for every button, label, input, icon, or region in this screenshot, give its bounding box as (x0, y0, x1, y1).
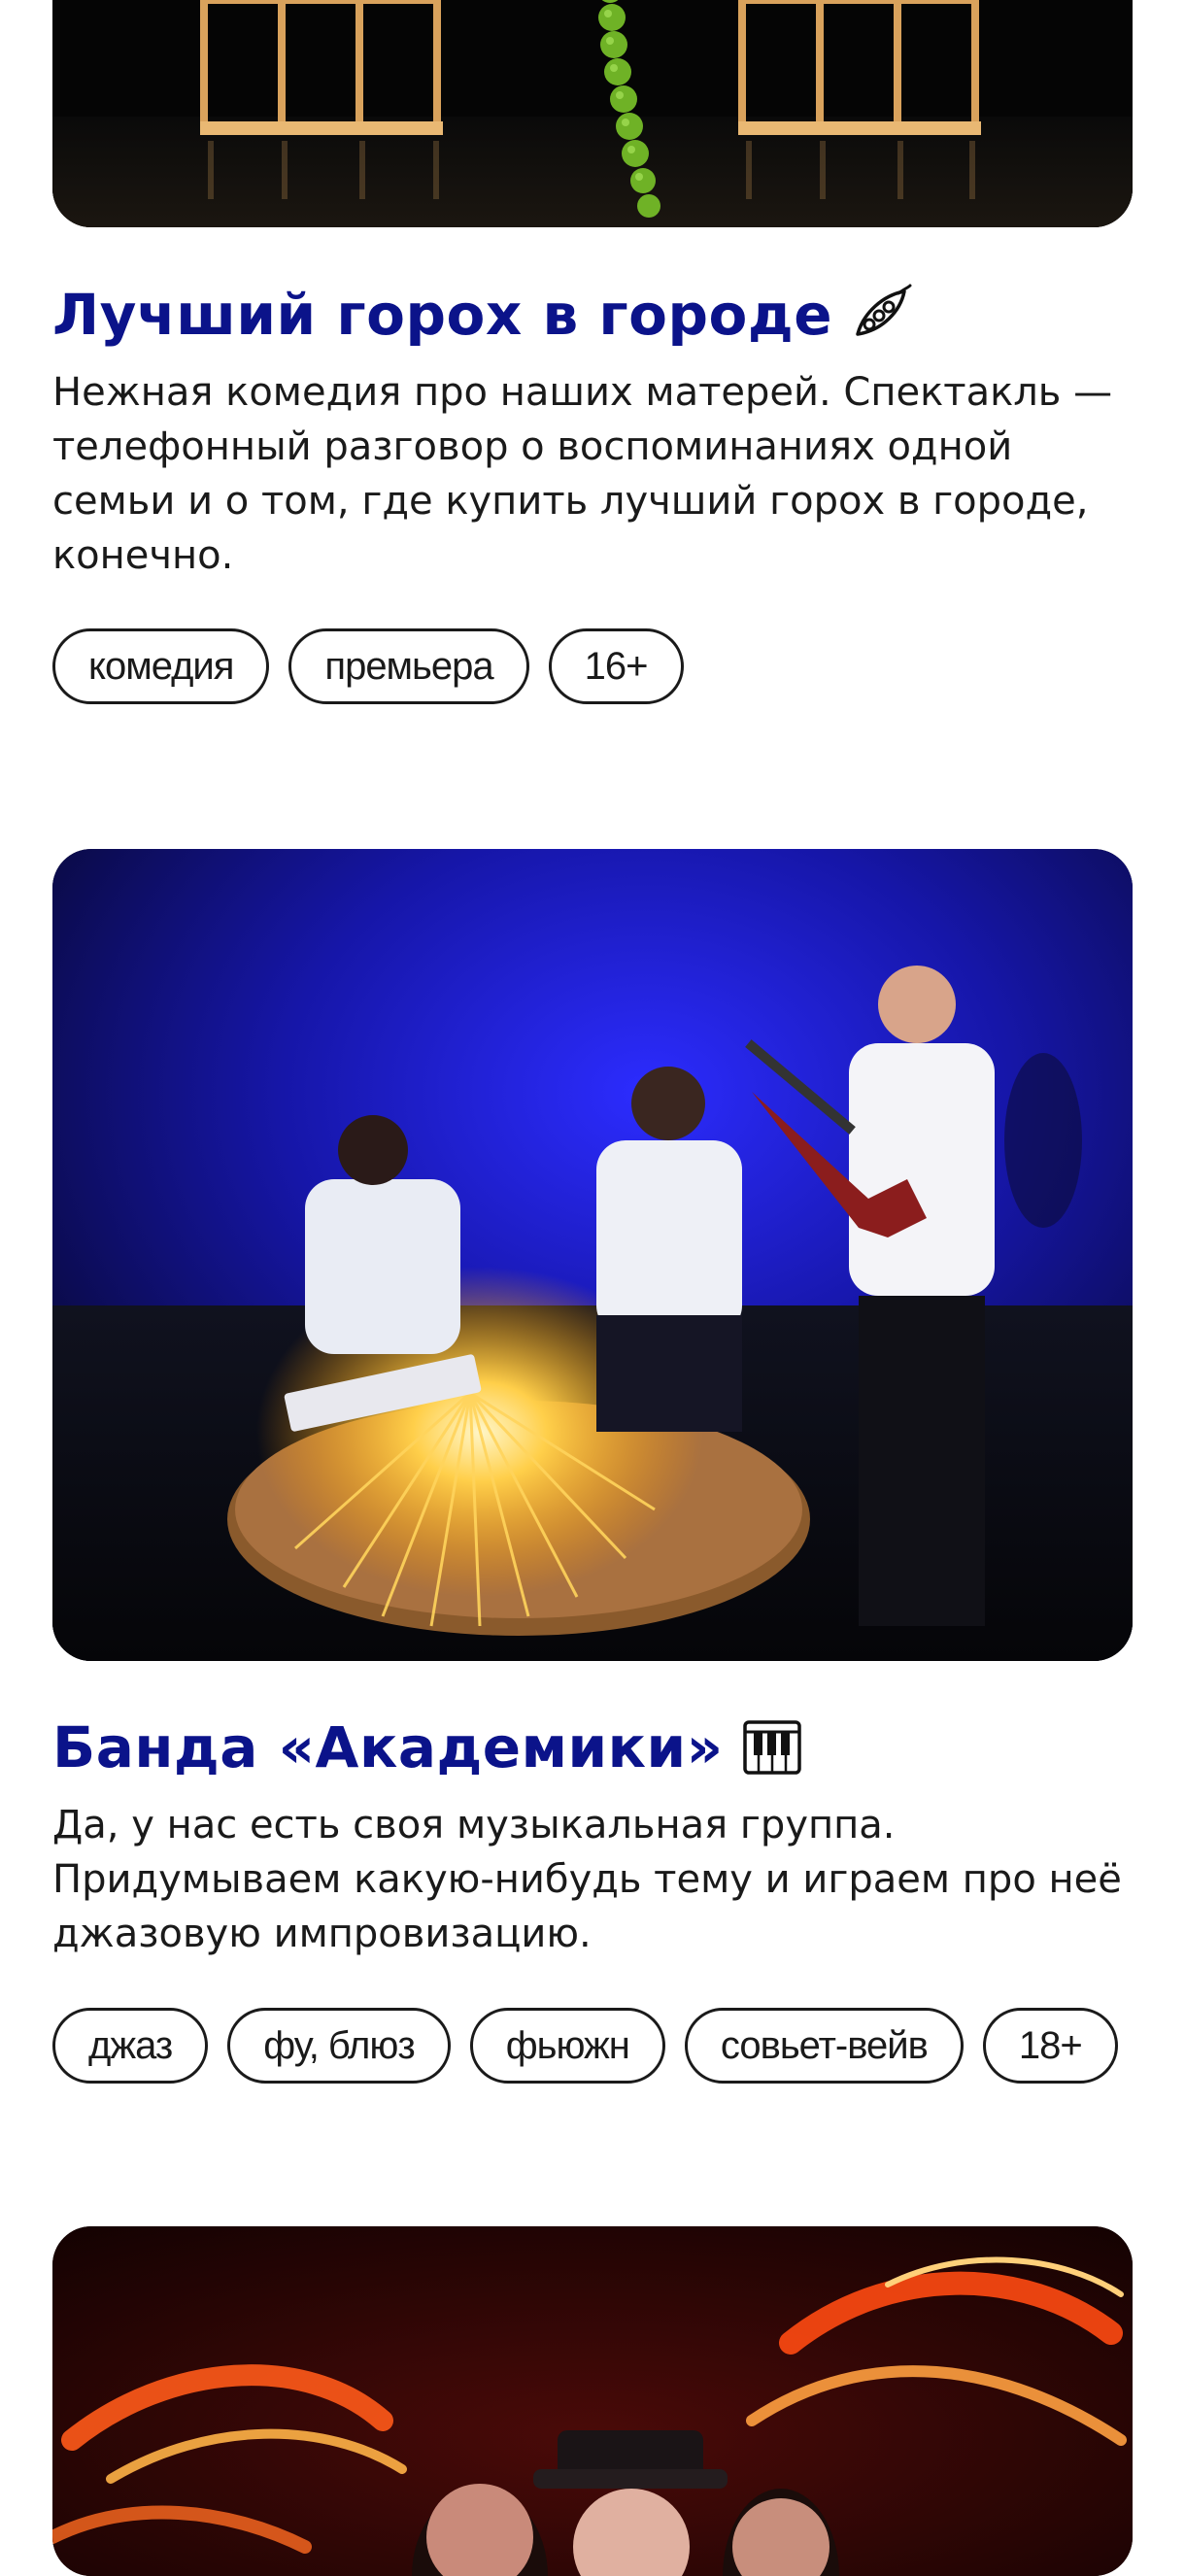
event-image-fire-show[interactable] (52, 2226, 1133, 2576)
tag-age-rating[interactable]: 16+ (548, 628, 684, 704)
tag-blues[interactable]: фу, блюз (227, 2008, 451, 2084)
piano-keys-icon (741, 1716, 803, 1779)
tag-jazz[interactable]: джаз (52, 2008, 209, 2084)
event-image-band[interactable] (52, 849, 1133, 1661)
event-image-theatre-shelves[interactable] (52, 0, 1133, 227)
band-photo (52, 849, 1133, 1661)
event-tags: комедия премьера 16+ (52, 628, 684, 704)
event-description: Нежная комедия про наших матерей. Спекта… (52, 370, 1113, 578)
event-title-text[interactable]: Лучший горох в городе (52, 287, 832, 343)
pea-pod-icon (850, 284, 912, 346)
tag-fusion[interactable]: фьюжн (469, 2008, 665, 2084)
event-title[interactable]: Лучший горох в городе (52, 284, 912, 346)
event-title-text[interactable]: Банда «Академики» (52, 1719, 724, 1776)
event-title[interactable]: Банда «Академики» (52, 1716, 803, 1779)
event-tags: джаз фу, блюз фьюжн совьет-вейв 18+ (52, 2008, 1118, 2084)
tag-comedy[interactable]: комедия (52, 628, 270, 704)
tag-premiere[interactable]: премьера (288, 628, 529, 704)
fire-show-photo (52, 2226, 1133, 2576)
event-description: Да, у нас есть своя музыкальная группа. … (52, 1803, 1122, 1956)
theatre-shelves-photo (52, 0, 1133, 227)
tag-soviet-wave[interactable]: совьет-вейв (684, 2008, 964, 2084)
tag-age-rating[interactable]: 18+ (982, 2008, 1118, 2084)
